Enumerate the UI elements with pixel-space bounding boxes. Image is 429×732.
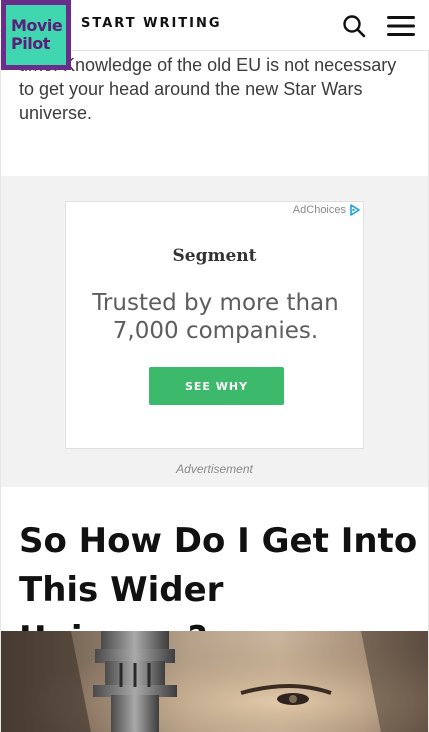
hero-image bbox=[1, 631, 428, 732]
search-icon bbox=[343, 15, 366, 38]
menu-button[interactable] bbox=[387, 15, 415, 37]
see-why-button[interactable]: SEE WHY bbox=[149, 367, 284, 405]
logo-badge: Movie Pilot bbox=[6, 5, 66, 65]
hero-image-illustration bbox=[1, 631, 428, 732]
advertisement-section: AdChoices Segment Trusted by more than 7… bbox=[1, 176, 428, 487]
search-button[interactable] bbox=[342, 14, 366, 38]
ad-brand-name: Segment bbox=[172, 246, 257, 266]
adchoices-icon bbox=[350, 204, 360, 216]
start-writing-link[interactable]: START WRITING bbox=[81, 16, 222, 31]
advertisement-caption: Advertisement bbox=[176, 462, 253, 476]
hamburger-menu-icon bbox=[387, 16, 415, 36]
adchoices-link[interactable]: AdChoices bbox=[293, 204, 360, 216]
ad-headline: Trusted by more than 7,000 companies. bbox=[92, 290, 339, 344]
logo-text: Movie Pilot bbox=[11, 16, 63, 53]
movie-pilot-logo[interactable]: Movie Pilot bbox=[1, 0, 71, 70]
ad-card[interactable]: AdChoices Segment Trusted by more than 7… bbox=[65, 201, 364, 449]
adchoices-label: AdChoices bbox=[292, 204, 346, 216]
